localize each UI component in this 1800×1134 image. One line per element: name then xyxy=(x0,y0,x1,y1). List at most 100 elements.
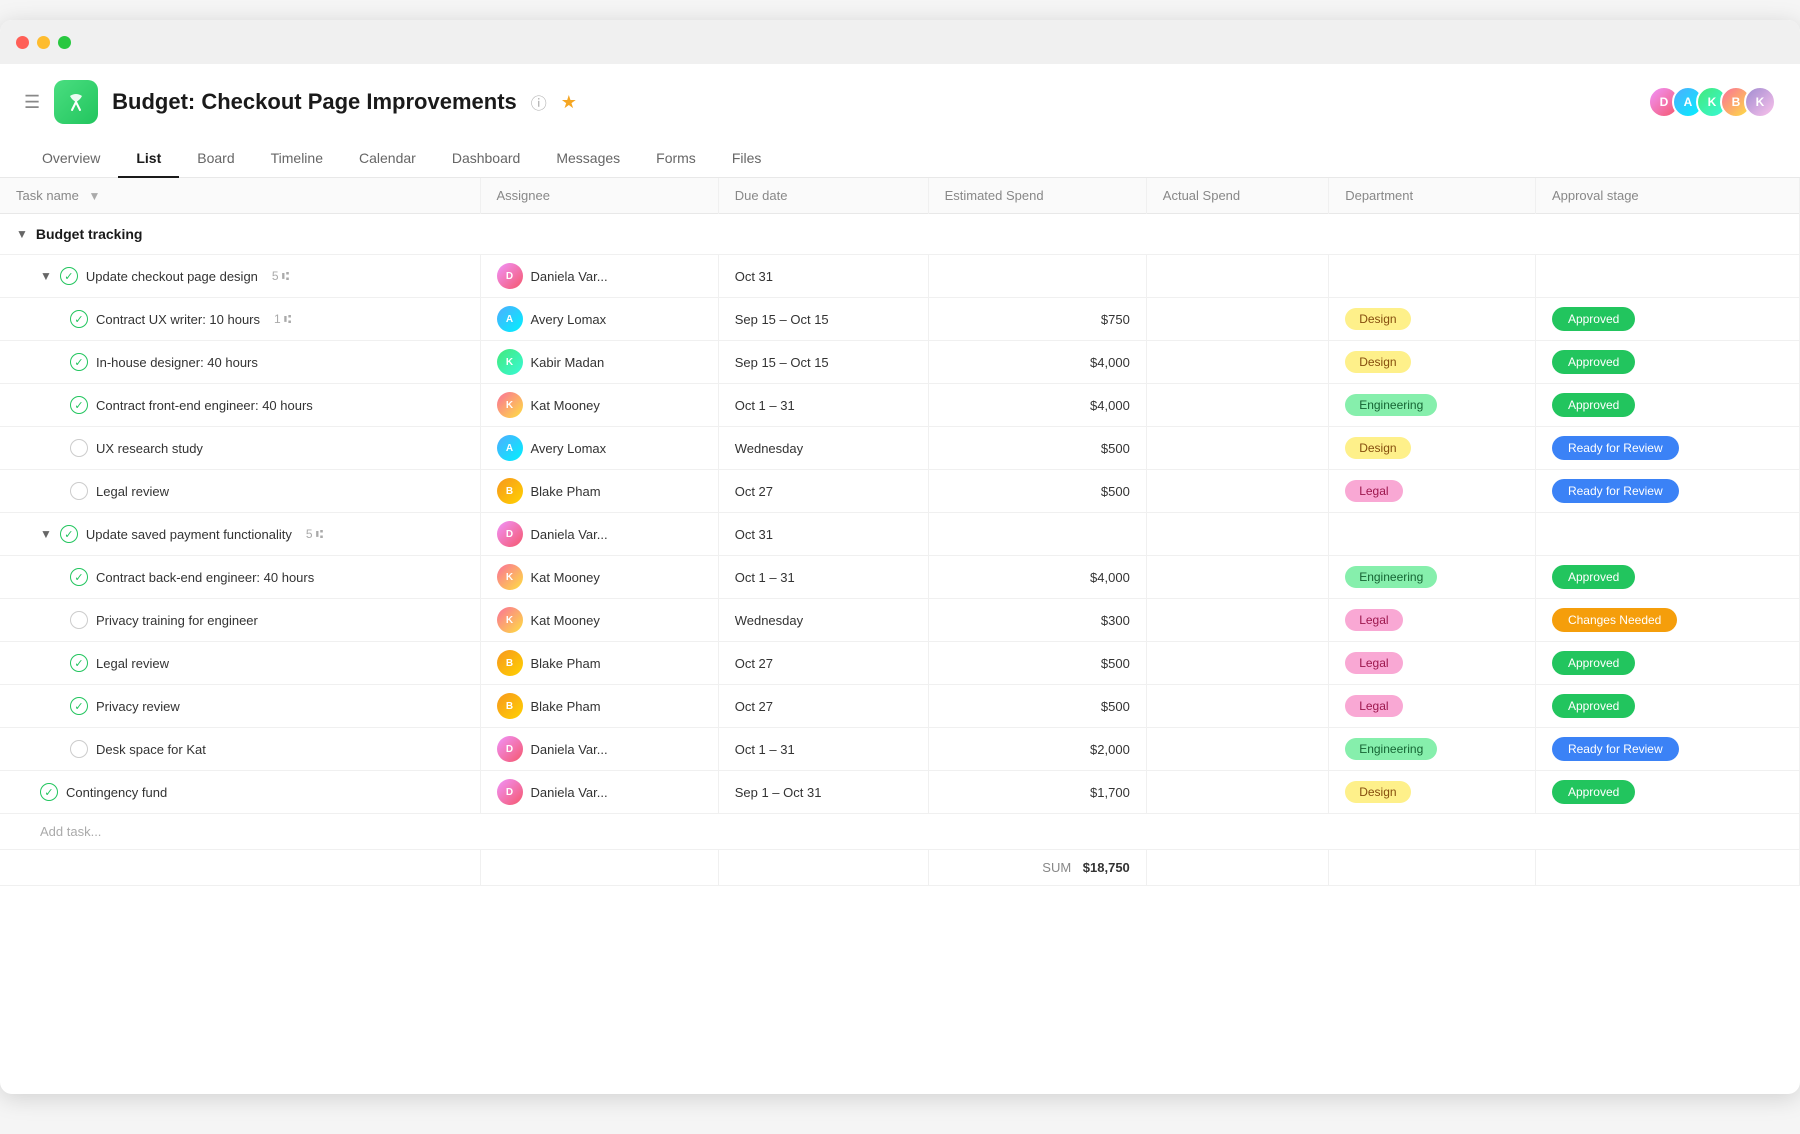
department xyxy=(1329,513,1536,556)
due-date: Sep 15 – Oct 15 xyxy=(718,298,928,341)
department-badge: Design xyxy=(1345,351,1410,373)
approval-badge: Approved xyxy=(1552,780,1635,804)
task-check[interactable] xyxy=(70,482,88,500)
app-window: ☰ Budget: Checkout Page Improvements ⓘ ★… xyxy=(0,20,1800,1094)
section-toggle-budget-tracking[interactable]: ▼ Budget tracking xyxy=(16,226,1783,242)
assignee-avatar: K xyxy=(497,392,523,418)
task-name-cell: Contingency fund xyxy=(40,783,464,801)
page-title: Budget: Checkout Page Improvements xyxy=(112,89,517,115)
menu-icon[interactable]: ☰ xyxy=(24,92,40,113)
col-task-name[interactable]: Task name ▼ xyxy=(0,178,480,214)
task-check[interactable] xyxy=(70,439,88,457)
assignee-name: Blake Pham xyxy=(531,656,601,671)
approval-stage xyxy=(1535,255,1799,298)
task-check[interactable] xyxy=(70,740,88,758)
assignee-cell: A Avery Lomax xyxy=(497,306,702,332)
due-date: Sep 1 – Oct 31 xyxy=(718,771,928,814)
tab-timeline[interactable]: Timeline xyxy=(253,140,341,178)
add-task-row[interactable]: Add task... xyxy=(0,814,1800,850)
task-count: 5 ⑆ xyxy=(306,527,323,541)
department-badge: Legal xyxy=(1345,652,1402,674)
assignee-name: Avery Lomax xyxy=(531,441,607,456)
assignee-cell: B Blake Pham xyxy=(497,650,702,676)
assignee-avatar: B xyxy=(497,478,523,504)
actual-spend xyxy=(1146,728,1328,771)
assignee-avatar: D xyxy=(497,736,523,762)
assignee-name: Daniela Var... xyxy=(531,269,608,284)
assignee-cell: K Kabir Madan xyxy=(497,349,702,375)
task-name-cell: Contract UX writer: 10 hours 1 ⑆ xyxy=(70,310,464,328)
task-check[interactable] xyxy=(70,353,88,371)
task-check[interactable] xyxy=(70,568,88,586)
department: Legal xyxy=(1329,685,1536,728)
task-label: Update saved payment functionality xyxy=(86,527,292,542)
task-check[interactable] xyxy=(70,697,88,715)
department: Engineering xyxy=(1329,728,1536,771)
task-check[interactable] xyxy=(70,396,88,414)
due-date: Oct 31 xyxy=(718,255,928,298)
tab-overview[interactable]: Overview xyxy=(24,140,118,178)
task-check[interactable] xyxy=(60,267,78,285)
task-label: Contract back-end engineer: 40 hours xyxy=(96,570,314,585)
task-name-cell: Privacy training for engineer xyxy=(70,611,464,629)
approval-stage: Ready for Review xyxy=(1535,470,1799,513)
assignee-cell: K Kat Mooney xyxy=(497,564,702,590)
due-date: Oct 1 – 31 xyxy=(718,728,928,771)
col-estimated-spend: Estimated Spend xyxy=(928,178,1146,214)
sum-label: SUM xyxy=(1042,860,1071,875)
task-check[interactable] xyxy=(70,654,88,672)
approval-stage: Approved xyxy=(1535,771,1799,814)
task-chevron-icon[interactable]: ▼ xyxy=(40,527,52,541)
app-header: ☰ Budget: Checkout Page Improvements ⓘ ★… xyxy=(0,64,1800,178)
approval-badge: Changes Needed xyxy=(1552,608,1677,632)
tab-list[interactable]: List xyxy=(118,140,179,178)
tab-calendar[interactable]: Calendar xyxy=(341,140,434,178)
nav-tabs: Overview List Board Timeline Calendar Da… xyxy=(24,140,1776,177)
minimize-dot[interactable] xyxy=(37,36,50,49)
tab-files[interactable]: Files xyxy=(714,140,780,178)
close-dot[interactable] xyxy=(16,36,29,49)
department-badge: Legal xyxy=(1345,609,1402,631)
tab-board[interactable]: Board xyxy=(179,140,252,178)
approval-badge: Approved xyxy=(1552,694,1635,718)
task-label: Legal review xyxy=(96,656,169,671)
task-label: Contract UX writer: 10 hours xyxy=(96,312,260,327)
actual-spend xyxy=(1146,771,1328,814)
table-header-row: Task name ▼ Assignee Due date Estimated … xyxy=(0,178,1800,214)
task-name-dropdown-icon[interactable]: ▼ xyxy=(88,189,100,203)
department: Design xyxy=(1329,298,1536,341)
task-name-cell: Legal review xyxy=(70,482,464,500)
task-count: 5 ⑆ xyxy=(272,269,289,283)
task-check[interactable] xyxy=(70,310,88,328)
task-chevron-icon[interactable]: ▼ xyxy=(40,269,52,283)
estimated-spend xyxy=(928,255,1146,298)
tab-messages[interactable]: Messages xyxy=(538,140,638,178)
info-icon[interactable]: ⓘ xyxy=(531,90,547,114)
add-task-label[interactable]: Add task... xyxy=(40,824,101,839)
due-date: Oct 1 – 31 xyxy=(718,556,928,599)
due-date: Oct 27 xyxy=(718,642,928,685)
table-row: ▼ Update saved payment functionality 5 ⑆… xyxy=(0,513,1800,556)
task-check[interactable] xyxy=(40,783,58,801)
star-icon[interactable]: ★ xyxy=(561,92,577,113)
approval-stage: Approved xyxy=(1535,642,1799,685)
task-name-cell: UX research study xyxy=(70,439,464,457)
department: Legal xyxy=(1329,642,1536,685)
assignee-avatar: A xyxy=(497,306,523,332)
task-check[interactable] xyxy=(70,611,88,629)
task-check[interactable] xyxy=(60,525,78,543)
approval-badge: Ready for Review xyxy=(1552,436,1679,460)
maximize-dot[interactable] xyxy=(58,36,71,49)
assignee-avatar: D xyxy=(497,521,523,547)
estimated-spend: $500 xyxy=(928,642,1146,685)
department: Design xyxy=(1329,771,1536,814)
tab-forms[interactable]: Forms xyxy=(638,140,714,178)
assignee-name: Kat Mooney xyxy=(531,613,600,628)
col-due-date: Due date xyxy=(718,178,928,214)
assignee-name: Kabir Madan xyxy=(531,355,605,370)
department: Legal xyxy=(1329,599,1536,642)
tab-dashboard[interactable]: Dashboard xyxy=(434,140,539,178)
department: Legal xyxy=(1329,470,1536,513)
assignee-cell: D Daniela Var... xyxy=(497,263,702,289)
due-date: Wednesday xyxy=(718,599,928,642)
